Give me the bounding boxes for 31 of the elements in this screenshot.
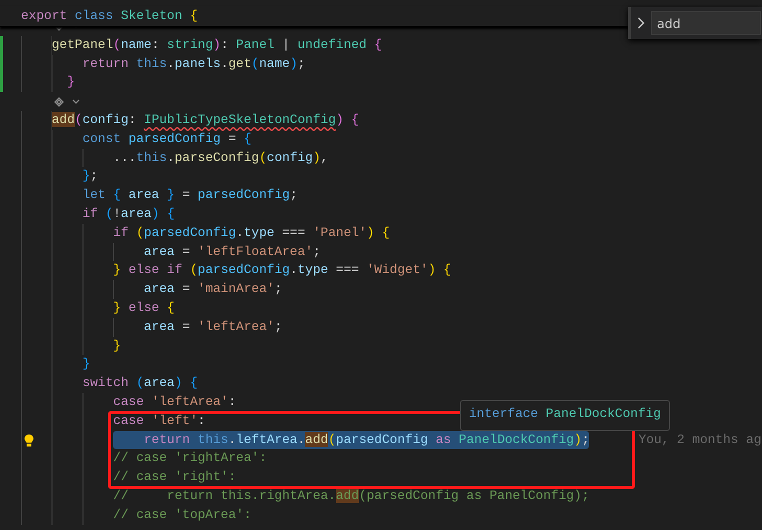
code-line: // return this.rightArea.add(parsedConfig as PanelConfig);	[21, 486, 590, 506]
lightbulb-icon[interactable]	[24, 434, 34, 447]
code-line: switch (area) {	[21, 374, 198, 393]
code-line: } else if (parsedConfig.type === 'Widget') {	[21, 261, 452, 280]
code-line: }	[21, 355, 90, 374]
code-line: return this.panels.get(name);	[21, 54, 306, 74]
chevron-right-icon[interactable]	[637, 17, 645, 29]
code-line: // case 'topArea':	[21, 506, 252, 525]
code-line: return this.leftArea.add(parsedConfig as PanelDockConfig);	[21, 430, 590, 450]
code-line: add(config: IPublicTypeSkeletonConfig) {	[21, 110, 359, 130]
code-line: // case 'rightArea':	[21, 449, 267, 468]
code-line: if (parsedConfig.type === 'Panel') {	[21, 224, 390, 243]
code-line: const parsedConfig = {	[21, 130, 252, 149]
code-line: area = 'leftArea';	[21, 318, 282, 337]
code-line: // case 'right':	[21, 468, 236, 487]
code-line: area = 'leftFloatArea';	[21, 242, 321, 262]
code-line: case 'leftArea':	[21, 392, 236, 412]
code-line: getPanel(name: string): Panel | undefined {	[21, 36, 382, 55]
codelens-icon[interactable]	[54, 96, 82, 108]
code-line: };	[21, 167, 98, 186]
code-line: }	[21, 73, 75, 92]
code-line: let { area } = parsedConfig;	[21, 186, 298, 205]
code-line: if (!area) {	[21, 204, 175, 224]
code-line: ...this.parseConfig(config),	[21, 148, 328, 168]
hover-tooltip: interface PanelDockConfig	[460, 400, 670, 431]
code-line: } else {	[21, 298, 175, 318]
code-line: }	[21, 336, 121, 356]
code-line: area = 'mainArea';	[21, 280, 282, 299]
find-input-field[interactable]: add	[651, 11, 761, 35]
blame-annotation: You, 2 months ag	[638, 432, 762, 448]
code-line: case 'left':	[21, 412, 206, 431]
